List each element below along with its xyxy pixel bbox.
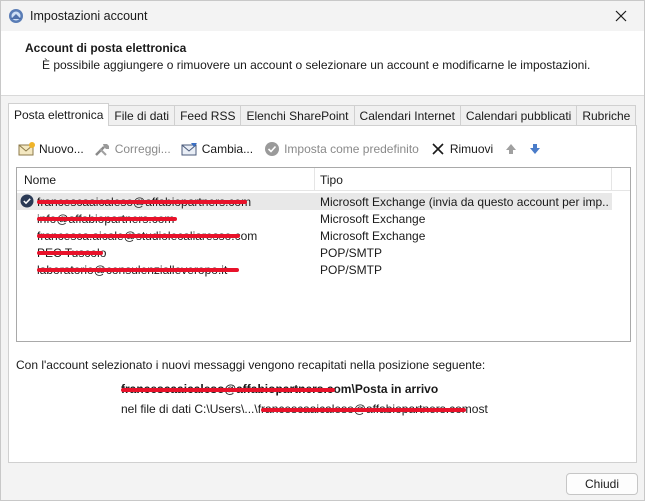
- checkmark-circle-icon: [263, 140, 281, 158]
- header-description: È possibile aggiungere o rimuovere un ac…: [42, 58, 591, 72]
- redaction-mark: [37, 234, 240, 238]
- delivery-folder: francescaaicaleso@affabiopartners.com\Po…: [121, 382, 438, 396]
- delivery-file-prefix: nel file di dati C:\Users\...\: [121, 402, 258, 416]
- change-label: Cambia...: [201, 142, 254, 156]
- account-type: POP/SMTP: [320, 263, 383, 277]
- toolbar: Nuovo... Correggi... Cambia... Imposta c…: [18, 139, 551, 159]
- window-close-button[interactable]: [598, 1, 644, 31]
- close-icon: [615, 10, 627, 22]
- move-up-button[interactable]: [503, 141, 519, 157]
- account-settings-window: Impostazioni account Account di posta el…: [0, 0, 645, 501]
- redaction-mark: [37, 268, 239, 272]
- table-row[interactable]: francescaaicaleso@affabiopartners.com Mi…: [17, 193, 612, 210]
- account-type: Microsoft Exchange: [320, 212, 426, 226]
- column-divider[interactable]: [314, 168, 315, 191]
- column-header-type[interactable]: Tipo: [320, 173, 343, 187]
- arrow-up-icon: [506, 144, 517, 154]
- tab-rss-feeds[interactable]: Feed RSS: [174, 105, 242, 126]
- window-title: Impostazioni account: [30, 9, 148, 23]
- account-type: Microsoft Exchange: [320, 229, 426, 243]
- table-row[interactable]: PEC Tuscolo POP/SMTP: [17, 244, 612, 261]
- tab-email[interactable]: Posta elettronica: [8, 103, 110, 126]
- close-button[interactable]: Chiudi: [566, 473, 638, 495]
- account-type: Microsoft Exchange (invia da questo acco…: [320, 195, 610, 209]
- remove-label: Rimuovi: [449, 142, 494, 156]
- set-default-label: Imposta come predefinito: [284, 142, 419, 156]
- list-header: Nome Tipo: [17, 168, 630, 191]
- redaction-mark: [261, 408, 466, 412]
- remove-button[interactable]: Rimuovi: [429, 139, 493, 159]
- tab-internet-calendars[interactable]: Calendari Internet: [353, 105, 461, 126]
- table-row[interactable]: francesca.aicale@studiolecaliaresso.com …: [17, 227, 612, 244]
- arrow-down-icon: [530, 144, 541, 154]
- title-bar: Impostazioni account: [1, 1, 644, 31]
- redaction-mark: [121, 388, 335, 392]
- header-title: Account di posta elettronica: [25, 41, 187, 55]
- redaction-mark: [37, 217, 177, 221]
- delivery-info-text: Con l'account selezionato i nuovi messag…: [16, 358, 486, 372]
- tab-address-books[interactable]: Rubriche: [576, 105, 637, 126]
- new-mail-icon: [18, 140, 36, 158]
- delivery-file: nel file di dati C:\Users\...\francescaa…: [121, 402, 488, 416]
- redaction-mark: [37, 200, 247, 204]
- table-row[interactable]: laboratorio@consulenzialleveropo.it POP/…: [17, 261, 612, 278]
- outlook-settings-icon: [8, 8, 24, 24]
- repair-label: Correggi...: [114, 142, 171, 156]
- accounts-list: Nome Tipo francescaaicaleso@affabiopartn…: [16, 167, 631, 342]
- column-header-name[interactable]: Nome: [24, 173, 56, 187]
- new-account-button[interactable]: Nuovo...: [18, 139, 84, 159]
- change-button[interactable]: Cambia...: [181, 139, 253, 159]
- repair-button[interactable]: Correggi...: [94, 139, 171, 159]
- header-panel: Account di posta elettronica È possibile…: [1, 31, 644, 96]
- account-type: POP/SMTP: [320, 246, 383, 260]
- delivery-file-suffix: ost: [471, 402, 488, 416]
- email-tab-panel: Nuovo... Correggi... Cambia... Imposta c…: [8, 125, 637, 463]
- redaction-mark: [37, 251, 103, 255]
- move-down-button[interactable]: [527, 141, 543, 157]
- default-account-check-icon: [20, 194, 34, 208]
- tab-data-files[interactable]: File di dati: [108, 105, 176, 126]
- table-row[interactable]: info@affabiopartners.com Microsoft Excha…: [17, 210, 612, 227]
- tab-strip: Posta elettronica File di dati Feed RSS …: [8, 103, 637, 126]
- column-divider[interactable]: [611, 168, 612, 191]
- tools-icon: [94, 140, 112, 158]
- remove-x-icon: [429, 140, 447, 158]
- tab-published-calendars[interactable]: Calendari pubblicati: [459, 105, 578, 126]
- new-account-label: Nuovo...: [39, 142, 84, 156]
- delivery-folder-name: Posta in arrivo: [354, 382, 439, 396]
- change-settings-icon: [181, 140, 199, 158]
- tab-sharepoint-lists[interactable]: Elenchi SharePoint: [240, 105, 355, 126]
- set-default-button[interactable]: Imposta come predefinito: [263, 139, 419, 159]
